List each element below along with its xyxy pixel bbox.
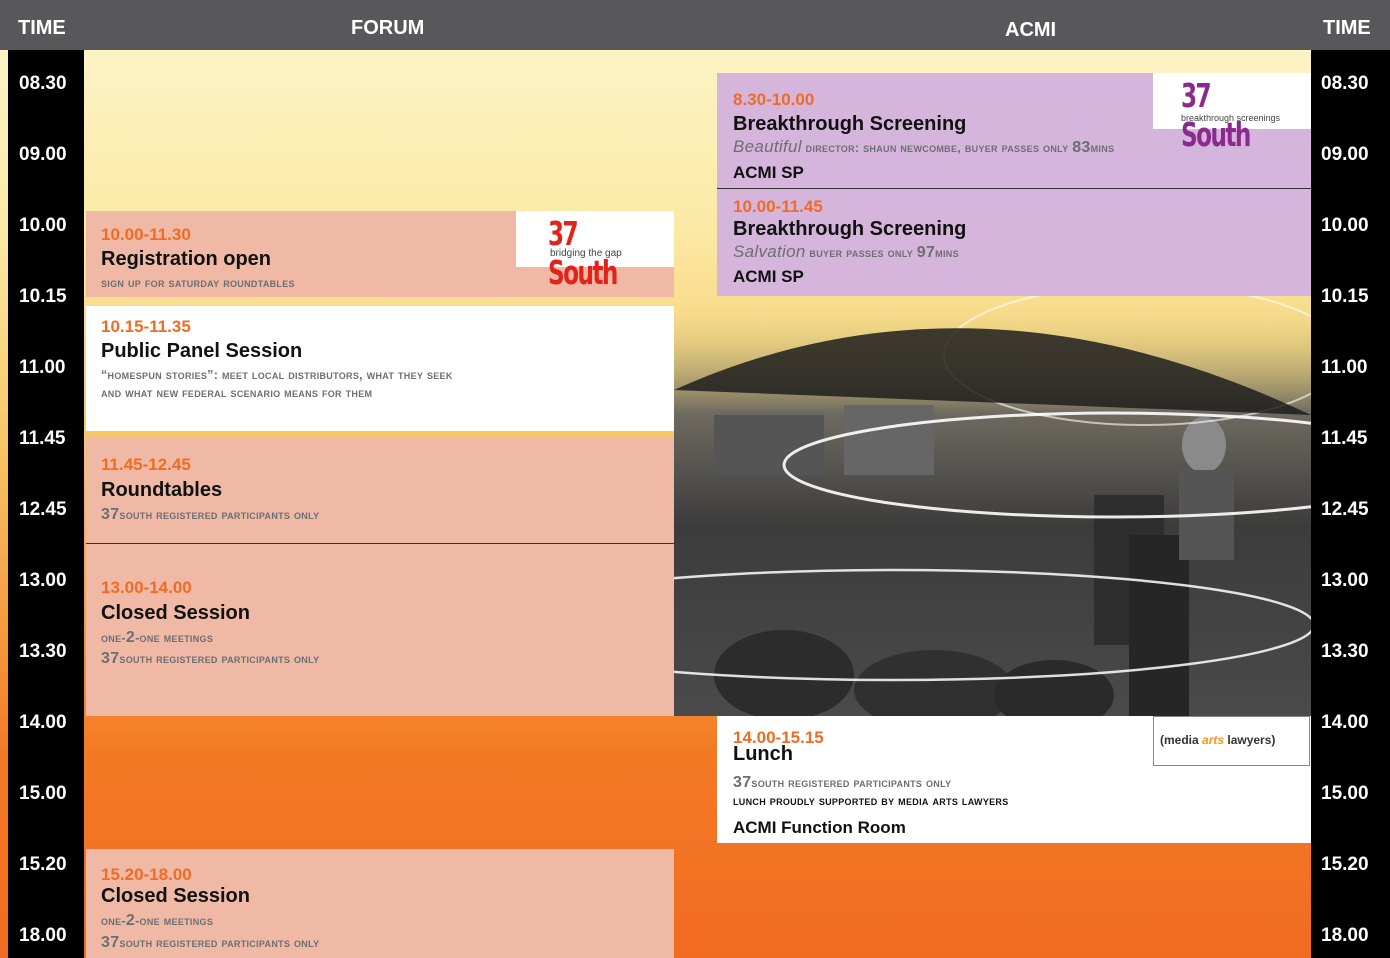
registration-block: 10.00-11.30 Registration open SIGN UP FO… — [86, 211, 674, 297]
event-photo — [674, 295, 1311, 716]
acmi-header: ACMI — [1005, 19, 1057, 41]
session-title: Breakthrough Screening — [733, 218, 967, 240]
screening-block: 8.30-10.00 Breakthrough Screening Beauti… — [717, 73, 1311, 189]
time-label: 15.00 — [1321, 783, 1369, 804]
time-label: 13.00 — [1321, 570, 1369, 591]
session-note: 37SOUTH REGISTERED PARTICIPANTS ONLY — [101, 934, 320, 951]
media-arts-lawyers-logo: (media arts lawyers) — [1153, 716, 1310, 766]
time-label: 10.15 — [1321, 286, 1369, 307]
session-note: 37SOUTH REGISTERED PARTICIPANTS ONLY — [101, 650, 320, 667]
session-time: 10.00-11.30 — [101, 225, 191, 244]
37south-logo: 37 South bridging the gap — [516, 211, 674, 292]
session-title: Roundtables — [101, 479, 223, 501]
time-label: 14.00 — [19, 712, 67, 733]
session-time: 10.15-11.35 — [101, 317, 191, 336]
time-column-left: 08.30 09.00 10.00 10.15 11.00 11.45 12.4… — [8, 50, 84, 958]
time-label: 10.00 — [1321, 215, 1369, 236]
session-time: 10.00-11.45 — [733, 197, 823, 216]
session-time: 15.20-18.00 — [101, 865, 192, 884]
time-label: 14.00 — [1321, 712, 1369, 733]
time-label: 08.30 — [1321, 73, 1369, 94]
roundtables-block: 11.45-12.45 Roundtables 37SOUTH REGISTER… — [86, 438, 674, 544]
time-label: 13.00 — [19, 570, 67, 591]
lunch-block: 14.00-15.15 Lunch 37SOUTH REGISTERED PAR… — [717, 716, 1311, 843]
panel-session-block: 10.15-11.35 Public Panel Session “HOMESP… — [86, 306, 674, 431]
schedule-page: TIME FORUM ACMI TIME 08.30 09.00 10.00 1… — [0, 0, 1390, 958]
session-title: Closed Session — [101, 602, 250, 624]
time-label: 09.00 — [19, 144, 67, 165]
session-time: 13.00-14.00 — [101, 578, 192, 597]
session-title: Public Panel Session — [101, 340, 303, 362]
time-label: 15.20 — [1321, 854, 1369, 875]
session-note: 37SOUTH REGISTERED PARTICIPANTS ONLY — [101, 506, 320, 523]
time-header-right: TIME — [1323, 17, 1371, 39]
session-title: Lunch — [733, 743, 793, 765]
time-label: 08.30 — [19, 73, 67, 94]
screening-block: 10.00-11.45 Breakthrough Screening Salva… — [717, 189, 1311, 296]
session-note: Salvation BUYER PASSES ONLY 97MINS — [733, 242, 959, 261]
time-header-left: TIME — [18, 17, 66, 39]
header-bar: TIME FORUM ACMI TIME — [0, 0, 1390, 50]
session-note: “HOMESPUN STORIES”: MEET LOCAL DISTRIBUT… — [101, 368, 453, 382]
time-label: 15.00 — [19, 783, 67, 804]
time-label: 15.20 — [19, 854, 67, 875]
time-label: 11.45 — [1321, 428, 1368, 449]
session-title: Closed Session — [101, 885, 250, 907]
closed-session-block: 13.00-14.00 Closed Session ONE-2-ONE MEE… — [86, 544, 674, 716]
forum-header: FORUM — [351, 17, 425, 39]
session-venue: ACMI Function Room — [733, 818, 906, 837]
time-label: 09.00 — [1321, 144, 1369, 165]
time-label: 11.45 — [19, 428, 66, 449]
time-label: 18.00 — [1321, 925, 1369, 946]
session-title: Breakthrough Screening — [733, 113, 967, 135]
session-note: ONE-2-ONE MEETINGS — [101, 912, 214, 929]
37south-logo: 37 South breakthrough screenings — [1153, 73, 1311, 154]
time-label: 13.30 — [19, 641, 67, 662]
session-note: SIGN UP FOR SATURDAY ROUNDTABLES — [101, 276, 295, 290]
time-label: 18.00 — [19, 925, 67, 946]
session-note: ONE-2-ONE MEETINGS — [101, 629, 214, 646]
closed-session-block: 15.20-18.00 Closed Session ONE-2-ONE MEE… — [86, 849, 674, 958]
session-time: 11.45-12.45 — [101, 455, 191, 474]
session-note: AND WHAT NEW FEDERAL SCENARIO MEANS FOR … — [101, 386, 373, 400]
time-label: 11.00 — [19, 357, 66, 378]
session-title: Registration open — [101, 248, 272, 270]
time-label: 10.15 — [19, 286, 67, 307]
session-venue: ACMI SP — [733, 267, 804, 286]
session-venue: ACMI SP — [733, 163, 804, 182]
time-label: 12.45 — [19, 499, 67, 520]
time-label: 12.45 — [1321, 499, 1369, 520]
session-time: 8.30-10.00 — [733, 90, 815, 109]
time-label: 11.00 — [1321, 357, 1368, 378]
time-column-right: 08.30 09.00 10.00 10.15 11.00 11.45 12.4… — [1311, 50, 1390, 958]
session-note: Beautiful DIRECTOR: SHAUN NEWCOMBE, BUYE… — [733, 137, 1115, 156]
sponsor-note: LUNCH PROUDLY SUPPORTED BY MEDIA ARTS LA… — [733, 794, 1009, 808]
event-photo-image — [674, 295, 1311, 716]
time-label: 10.00 — [19, 215, 67, 236]
time-label: 13.30 — [1321, 641, 1369, 662]
session-note: 37SOUTH REGISTERED PARTICIPANTS ONLY — [733, 774, 952, 791]
